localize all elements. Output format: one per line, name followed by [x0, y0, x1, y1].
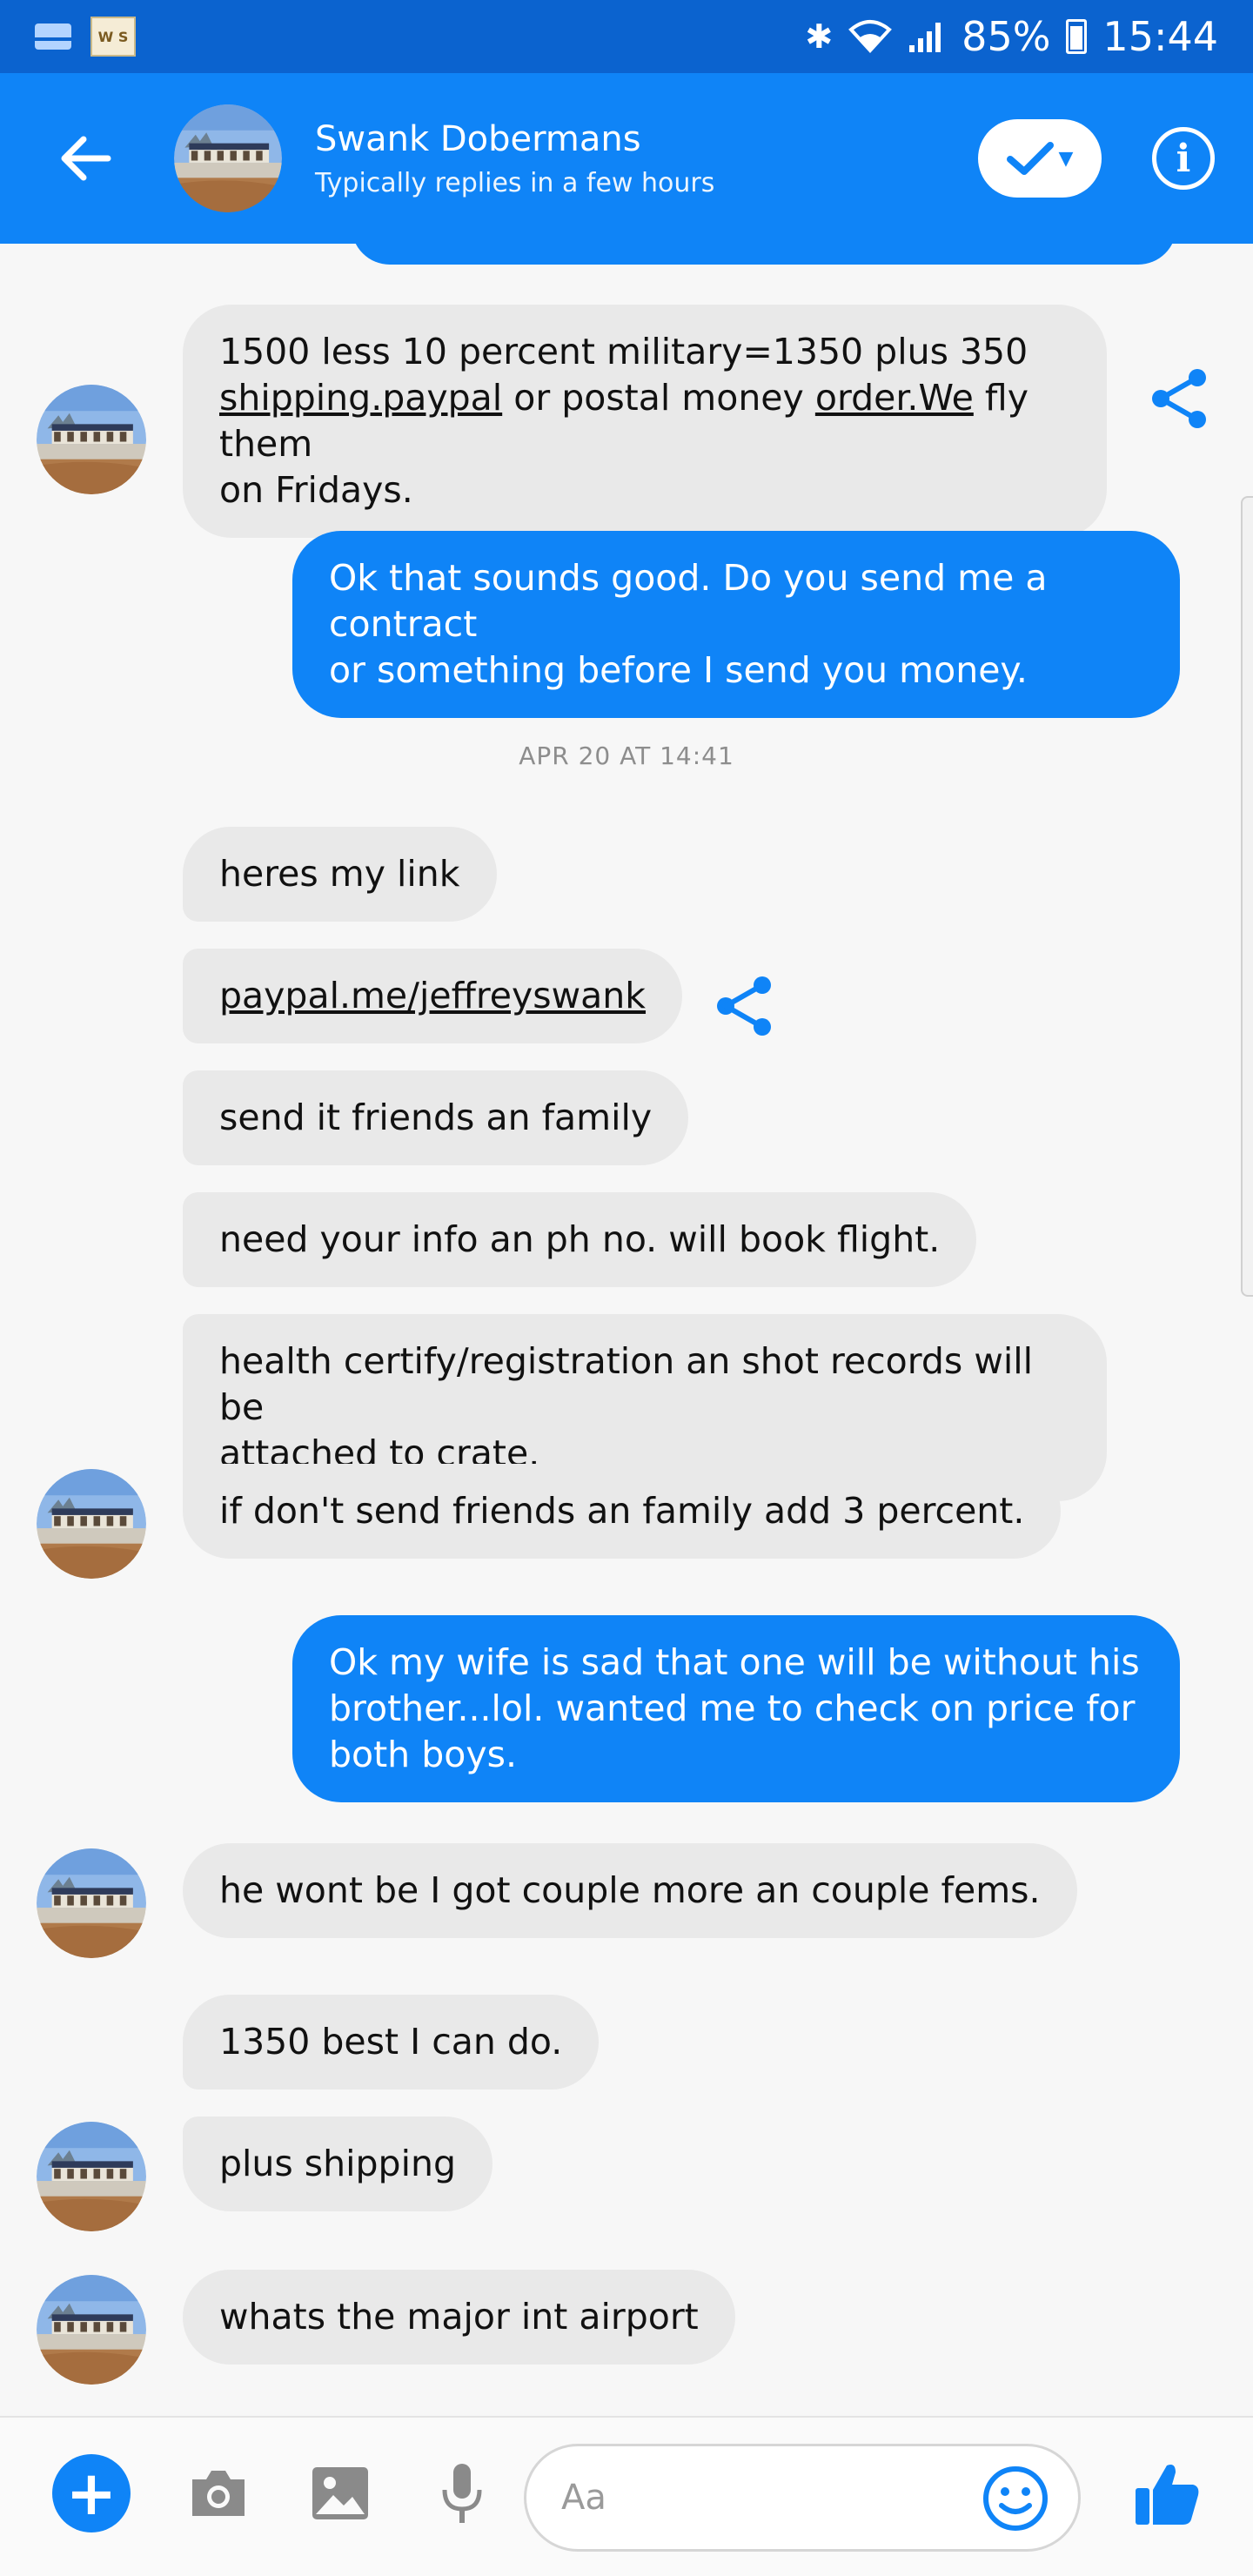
message-text: on Fridays.	[219, 469, 413, 511]
contact-name: Swank Dobermans	[315, 118, 641, 159]
chevron-down-icon: ▼	[1058, 147, 1074, 170]
camera-button[interactable]	[179, 2454, 258, 2532]
voice-button[interactable]	[423, 2454, 501, 2532]
emoji-icon[interactable]	[981, 2464, 1050, 2533]
sender-avatar[interactable]	[37, 2275, 146, 2385]
mail-notification-icon	[35, 23, 71, 50]
like-button[interactable]	[1128, 2454, 1206, 2532]
camera-icon	[192, 2471, 245, 2516]
message-text: 1500 less 10 percent military=1350 plus …	[219, 331, 1029, 372]
contact-avatar[interactable]	[174, 104, 282, 212]
gallery-button[interactable]	[301, 2454, 379, 2532]
message-thread[interactable]: 1500 less 10 percent military=1350 plus …	[0, 244, 1253, 2416]
contact-info[interactable]: Swank Dobermans Typically replies in a f…	[315, 119, 714, 198]
message-input-placeholder: Aa	[561, 2478, 606, 2518]
message-text: if don't send friends an family add 3 pe…	[219, 1490, 1025, 1532]
sender-avatar[interactable]	[37, 1469, 146, 1579]
message-input[interactable]: Aa	[524, 2444, 1081, 2552]
message-bubble-incoming[interactable]: send it friends an family	[183, 1070, 689, 1165]
back-button[interactable]	[42, 115, 129, 202]
check-icon	[1006, 142, 1054, 175]
app-notification-icon: W S	[90, 17, 136, 57]
message-bubble-incoming[interactable]: he wont be I got couple more an couple f…	[183, 1843, 1077, 1938]
message-bubble-incoming[interactable]: 1500 less 10 percent military=1350 plus …	[183, 305, 1107, 538]
message-bubble-outgoing[interactable]: Ok my wife is sad that one will be witho…	[292, 1615, 1180, 1802]
message-text: Ok my wife is sad that one will be witho…	[329, 1641, 1140, 1683]
sender-avatar[interactable]	[37, 2122, 146, 2231]
message-bubble-incoming[interactable]: if don't send friends an family add 3 pe…	[183, 1464, 1062, 1559]
image-icon	[312, 2467, 368, 2519]
message-text: or something before I send you money.	[329, 649, 1028, 691]
info-icon: i	[1176, 136, 1191, 181]
sender-avatar[interactable]	[37, 1848, 146, 1958]
info-button[interactable]: i	[1152, 127, 1215, 190]
message-bubble-incoming[interactable]: need your info an ph no. will book fligh…	[183, 1192, 977, 1287]
message-composer: + Aa	[0, 2416, 1253, 2576]
message-link[interactable]: shipping.paypal	[219, 377, 502, 419]
message-text: 1350 best I can do.	[219, 2021, 563, 2063]
message-text: or postal money	[513, 377, 804, 419]
message-text: heres my link	[219, 853, 460, 895]
paypal-link[interactable]: paypal.me/jeffreyswank	[219, 975, 646, 1016]
message-text: whats the major int airport	[219, 2296, 699, 2338]
timestamp-divider: APR 20 AT 14:41	[519, 741, 734, 770]
message-text: brother...lol. wanted me to check on pri…	[329, 1687, 1136, 1729]
bluetooth-icon: ✱	[805, 17, 834, 56]
scrollbar[interactable]	[1241, 496, 1253, 1297]
conversation-header: Swank Dobermans Typically replies in a f…	[0, 73, 1253, 244]
battery-percent: 85%	[962, 13, 1051, 60]
share-icon[interactable]	[710, 971, 780, 1041]
contact-status: Typically replies in a few hours	[315, 167, 715, 198]
message-bubble-outgoing[interactable]: Ok that sounds good. Do you send me a co…	[292, 531, 1180, 718]
message-text: both boys.	[329, 1734, 517, 1775]
clock: 15:44	[1102, 13, 1218, 60]
message-bubble-incoming[interactable]: plus shipping	[183, 2116, 492, 2211]
message-text: health certify/registration an shot reco…	[219, 1340, 1034, 1428]
message-bubble-incoming[interactable]: heres my link	[183, 827, 497, 922]
message-text: need your info an ph no. will book fligh…	[219, 1218, 941, 1260]
microphone-icon	[442, 2464, 482, 2523]
arrow-left-icon	[61, 136, 111, 181]
status-bar: W S ✱ 85% 15:44	[0, 0, 1253, 73]
message-bubble-incoming[interactable]: paypal.me/jeffreyswank	[183, 949, 683, 1043]
sender-avatar[interactable]	[37, 385, 146, 494]
plus-button[interactable]: +	[52, 2454, 131, 2532]
battery-icon	[1066, 19, 1088, 54]
message-text: plus shipping	[219, 2143, 456, 2184]
mark-done-button[interactable]: ▼	[978, 119, 1102, 198]
message-text: Ok that sounds good. Do you send me a co…	[329, 557, 1048, 645]
signal-icon	[909, 23, 941, 52]
message-bubble-outgoing-partial[interactable]	[352, 244, 1176, 265]
message-text: he wont be I got couple more an couple f…	[219, 1869, 1041, 1911]
wifi-icon	[848, 20, 893, 53]
message-link[interactable]: order.We	[815, 377, 974, 419]
share-icon[interactable]	[1145, 364, 1215, 433]
thumbs-up-icon	[1136, 2465, 1199, 2525]
message-bubble-incoming[interactable]: whats the major int airport	[183, 2270, 735, 2365]
message-text: send it friends an family	[219, 1097, 653, 1138]
plus-icon: +	[65, 2458, 117, 2529]
message-bubble-incoming[interactable]: 1350 best I can do.	[183, 1995, 600, 2090]
